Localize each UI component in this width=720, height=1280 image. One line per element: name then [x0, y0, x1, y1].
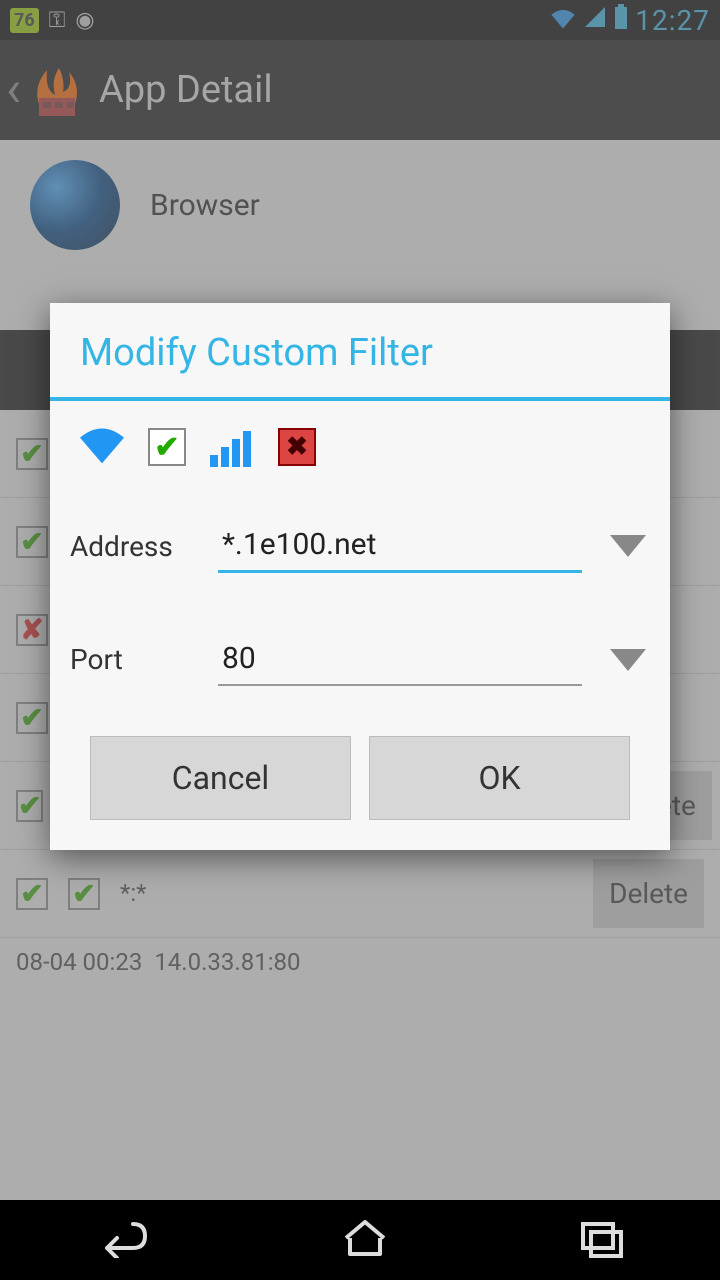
check-icon: ✔ — [154, 430, 179, 465]
cellular-icon — [210, 427, 254, 467]
ok-button[interactable]: OK — [369, 736, 630, 820]
cellular-block-checkbox[interactable]: ✖ — [278, 428, 316, 466]
nav-back-icon[interactable] — [93, 1218, 153, 1262]
address-field-row: Address — [50, 509, 670, 583]
nav-home-icon[interactable] — [340, 1218, 390, 1262]
modify-filter-dialog: Modify Custom Filter ✔ ✖ Address Port Ca… — [50, 303, 670, 850]
port-dropdown-icon[interactable] — [610, 649, 646, 671]
port-input[interactable] — [218, 633, 582, 686]
cancel-button[interactable]: Cancel — [90, 736, 351, 820]
port-label: Port — [70, 643, 200, 676]
dialog-buttons: Cancel OK — [50, 696, 670, 850]
wifi-allow-checkbox[interactable]: ✔ — [148, 428, 186, 466]
address-label: Address — [70, 530, 200, 563]
wifi-icon — [80, 425, 124, 469]
port-field-row: Port — [50, 623, 670, 696]
dialog-title: Modify Custom Filter — [50, 303, 670, 397]
nav-recent-icon[interactable] — [577, 1218, 627, 1262]
address-dropdown-icon[interactable] — [610, 535, 646, 557]
connection-type-row: ✔ ✖ — [50, 401, 670, 499]
address-input[interactable] — [218, 519, 582, 573]
nav-bar — [0, 1200, 720, 1280]
x-icon: ✖ — [286, 432, 308, 462]
